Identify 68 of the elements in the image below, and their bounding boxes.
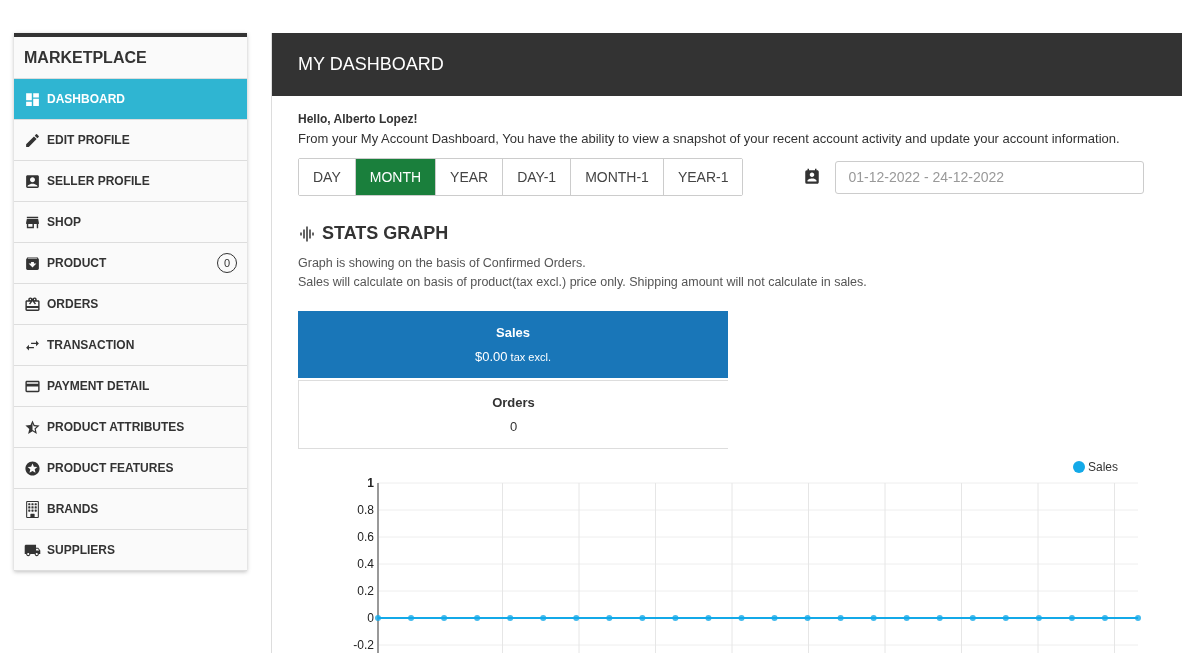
axis-label: 0 bbox=[367, 611, 374, 625]
greeting-text: Hello, Alberto Lopez! bbox=[298, 112, 419, 126]
sidebar-item[interactable]: PRODUCT 0 bbox=[14, 243, 247, 284]
axis-label: 1 bbox=[367, 476, 374, 490]
sidebar-item[interactable]: SUPPLIERS bbox=[14, 530, 247, 571]
sidebar-item[interactable]: BRANDS bbox=[14, 489, 247, 530]
data-point bbox=[573, 615, 580, 621]
sidebar-item[interactable]: ORDERS bbox=[14, 284, 247, 325]
data-point bbox=[375, 615, 381, 621]
info-text: Graph is showing on the basis of Confirmed Orders. bbox=[298, 256, 587, 270]
axis-label: 0.6 bbox=[357, 530, 374, 544]
menu-icon bbox=[24, 459, 41, 477]
page-header: MY DASHBOARD bbox=[272, 33, 1182, 96]
data-point bbox=[705, 615, 712, 621]
sidebar-item[interactable]: PAYMENT DETAIL bbox=[14, 366, 247, 407]
sidebar-item[interactable]: PRODUCT ATTRIBUTES bbox=[14, 407, 247, 448]
sidebar-item[interactable]: PRODUCT FEATURES bbox=[14, 448, 247, 489]
data-point bbox=[1035, 615, 1042, 621]
stat-label: Sales bbox=[496, 325, 530, 340]
intro-text: From your My Account Dashboard, You have the ability to view a snapshot of your recent account activity and update your account information. bbox=[298, 131, 1121, 146]
data-point bbox=[474, 615, 481, 621]
data-point bbox=[1135, 615, 1141, 621]
info-text: Sales will calculate on basis of product(tax excl.) price only. Shipping amount will not calculate in sales. bbox=[298, 275, 868, 289]
data-point bbox=[639, 615, 646, 621]
menu-icon bbox=[24, 418, 41, 436]
legend-label: Sales bbox=[1088, 460, 1119, 474]
sidebar-item[interactable]: EDIT PROFILE bbox=[14, 120, 247, 161]
menu-icon bbox=[24, 295, 41, 313]
sidebar-item[interactable]: SELLER PROFILE bbox=[14, 161, 247, 202]
data-point bbox=[738, 615, 745, 621]
stat-card[interactable]: Sales $0.00 tax excl. bbox=[298, 311, 728, 378]
data-point bbox=[540, 615, 547, 621]
data-point bbox=[1002, 615, 1009, 621]
equalizer-icon bbox=[298, 224, 316, 243]
data-point bbox=[870, 615, 877, 621]
data-point bbox=[606, 615, 613, 621]
sidebar-item[interactable]: SHOP bbox=[14, 202, 247, 243]
data-point bbox=[1068, 615, 1075, 621]
data-point bbox=[441, 615, 448, 621]
data-point bbox=[837, 615, 844, 621]
stat-label: Orders bbox=[492, 395, 535, 410]
data-point bbox=[771, 615, 778, 621]
stat-value: $0.00 tax excl. bbox=[475, 349, 551, 364]
menu-icon bbox=[24, 131, 41, 149]
data-point bbox=[507, 615, 514, 621]
menu-icon bbox=[24, 90, 41, 108]
stat-value: 0 bbox=[509, 419, 518, 434]
period-button[interactable]: YEAR-1 bbox=[662, 159, 743, 195]
axis-label: 0.2 bbox=[357, 584, 374, 598]
stat-card[interactable]: Orders 0 bbox=[298, 380, 728, 449]
menu-icon bbox=[24, 172, 41, 190]
data-point bbox=[1101, 615, 1108, 621]
axis-label: -0.2 bbox=[353, 638, 374, 652]
menu-icon bbox=[24, 254, 41, 272]
data-point bbox=[903, 615, 910, 621]
data-point bbox=[804, 615, 811, 621]
calendar-icon bbox=[803, 168, 822, 186]
period-button[interactable]: MONTH bbox=[354, 159, 436, 195]
data-point bbox=[969, 615, 976, 621]
section-title: STATS GRAPH bbox=[322, 223, 449, 244]
date-range-field[interactable]: 01-12-2022 - 24-12-2022 bbox=[835, 160, 1145, 194]
sidebar-item[interactable]: TRANSACTION bbox=[14, 325, 247, 366]
menu-icon bbox=[24, 500, 41, 518]
data-point bbox=[408, 615, 415, 621]
axis-label: 0.4 bbox=[357, 557, 374, 571]
data-point bbox=[936, 615, 943, 621]
data-point bbox=[672, 615, 679, 621]
axis-label: 0.8 bbox=[357, 503, 374, 517]
